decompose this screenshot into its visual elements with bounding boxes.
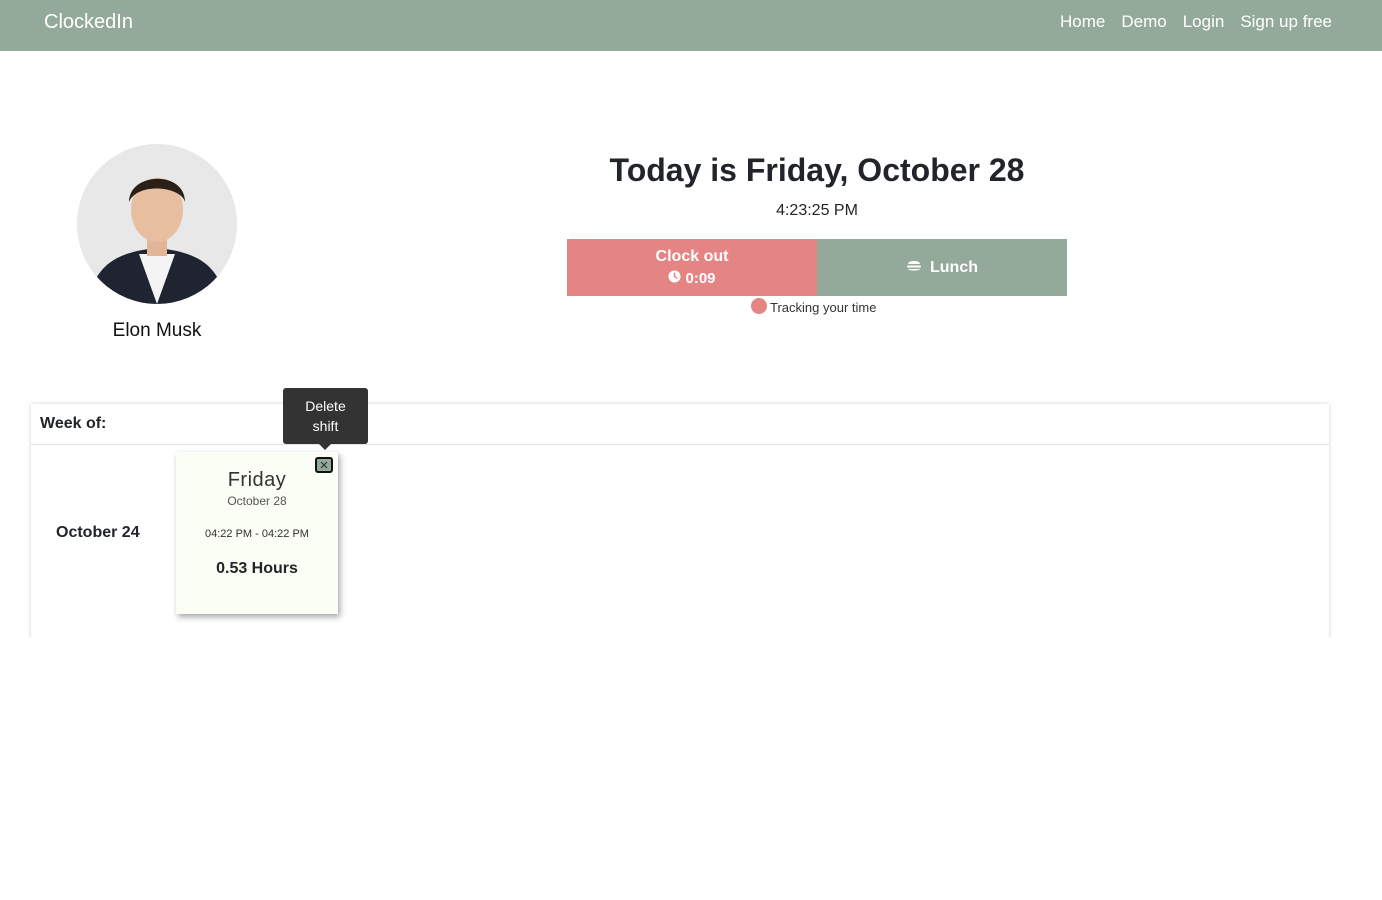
status-dot-icon [751, 297, 767, 314]
shift-date: October 28 [227, 494, 287, 508]
nav-link-home[interactable]: Home [1060, 12, 1105, 32]
profile-panel [77, 144, 237, 304]
shift-card[interactable]: Friday October 28 04:22 PM - 04:22 PM 0.… [176, 452, 338, 614]
tooltip-line-1: Delete [305, 398, 346, 414]
current-time: 4:23:25 PM [776, 202, 858, 219]
shift-day: Friday [227, 469, 287, 491]
burger-icon [906, 258, 922, 277]
navbar: ClockedIn Home Demo Login Sign up free [0, 0, 1382, 51]
week-date-label: October 24 [56, 524, 140, 541]
tracking-status: Tracking your time [751, 297, 877, 315]
nav-link-login[interactable]: Login [1183, 12, 1225, 32]
tooltip-arrow [319, 444, 331, 450]
lunch-label: Lunch [930, 258, 978, 276]
nav-links: Home Demo Login Sign up free [1060, 12, 1332, 32]
lunch-button[interactable]: Lunch [817, 239, 1067, 296]
close-icon [320, 456, 328, 474]
clock-out-button[interactable]: Clock out 0:09 [567, 239, 817, 296]
avatar [77, 144, 237, 304]
delete-shift-tooltip: Delete shift [283, 388, 368, 444]
elapsed-value: 0:09 [685, 270, 716, 287]
tooltip-line-2: shift [312, 418, 339, 434]
page-background [0, 637, 1382, 900]
nav-link-signup[interactable]: Sign up free [1240, 12, 1332, 32]
page-title: Today is Friday, October 28 [609, 152, 1025, 188]
action-buttons: Clock out 0:09 Lunch [567, 239, 1067, 296]
elapsed-timer: 0:09 [668, 270, 716, 287]
shift-hours: 0.53 Hours [216, 560, 298, 577]
nav-link-demo[interactable]: Demo [1121, 12, 1166, 32]
delete-shift-button[interactable] [315, 457, 333, 473]
week-card: Week of: October 24 Friday October 28 04… [31, 404, 1329, 644]
profile-name: Elon Musk [112, 320, 202, 341]
tracking-text: Tracking your time [770, 300, 877, 315]
week-header: Week of: [31, 404, 1329, 445]
brand-logo[interactable]: ClockedIn [44, 11, 133, 34]
clock-icon [668, 270, 682, 287]
shift-time-range: 04:22 PM - 04:22 PM [205, 528, 309, 540]
clock-out-label: Clock out [655, 248, 729, 265]
